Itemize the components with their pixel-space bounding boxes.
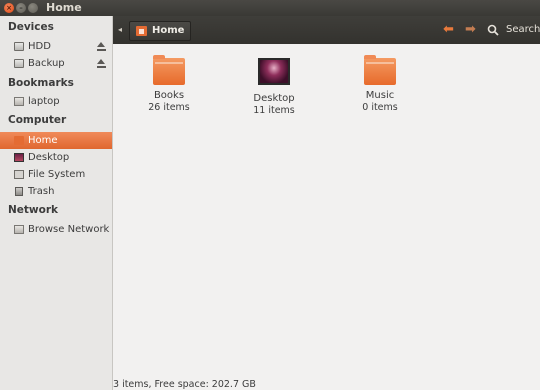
item-name: Music	[365, 90, 395, 101]
folder-item-desktop[interactable]: Desktop 11 items	[234, 56, 314, 117]
home-folder-icon	[14, 136, 24, 145]
folder-icon	[153, 55, 185, 85]
sidebar-item-laptop[interactable]: laptop	[0, 93, 112, 110]
sidebar-item-label: Home	[28, 135, 58, 146]
drive-icon	[14, 42, 24, 51]
sidebar-item-label: Trash	[28, 186, 55, 197]
back-arrow-icon[interactable]: ⬅	[443, 23, 457, 37]
sidebar-item-home[interactable]: Home	[0, 132, 112, 149]
section-header-bookmarks: Bookmarks	[8, 77, 74, 89]
breadcrumb-scroll-left-button[interactable]: ◂	[118, 25, 126, 35]
status-bar: 3 items, Free space: 202.7 GB	[113, 379, 256, 390]
sidebar-item-browse-network[interactable]: Browse Network	[0, 221, 112, 238]
breadcrumb-label: Home	[152, 25, 185, 36]
file-view: Books 26 items Desktop 11 items Music 0 …	[113, 44, 540, 390]
toolbar: ◂ Home ⬅ ➡ Search	[113, 16, 540, 44]
sidebar-item-hdd[interactable]: HDD	[0, 38, 112, 55]
network-share-icon	[14, 97, 24, 106]
sidebar-item-label: HDD	[28, 41, 51, 52]
sidebar-item-label: laptop	[28, 96, 60, 107]
sidebar-item-label: Backup	[28, 58, 65, 69]
network-icon	[14, 225, 24, 234]
item-count: 0 items	[362, 102, 398, 113]
search-icon[interactable]	[487, 24, 499, 36]
window-title: Home	[46, 1, 82, 14]
item-name: Books	[153, 90, 185, 101]
sidebar-item-trash[interactable]: Trash	[0, 183, 112, 200]
eject-icon[interactable]	[97, 42, 106, 51]
sidebar-item-label: Desktop	[28, 152, 70, 163]
filesystem-icon	[14, 170, 24, 179]
sidebar-item-label: File System	[28, 169, 86, 180]
minimize-window-button[interactable]: –	[16, 3, 26, 13]
item-count: 11 items	[253, 105, 295, 116]
drive-icon	[14, 59, 24, 68]
sidebar-item-desktop[interactable]: Desktop	[0, 149, 112, 166]
maximize-window-button[interactable]	[28, 3, 38, 13]
item-count: 26 items	[148, 102, 190, 113]
breadcrumb-home-button[interactable]: Home	[129, 21, 192, 41]
section-header-devices: Devices	[8, 21, 54, 33]
sidebar-item-label: Browse Network	[28, 224, 110, 235]
sidebar-item-backup[interactable]: Backup	[0, 55, 112, 72]
trash-icon	[15, 187, 23, 196]
title-bar: × – Home	[0, 0, 540, 16]
eject-icon[interactable]	[97, 59, 106, 68]
folder-icon	[364, 55, 396, 85]
desktop-folder-icon	[258, 58, 290, 85]
desktop-icon	[14, 153, 24, 162]
search-button[interactable]: Search	[506, 24, 540, 36]
item-name: Desktop	[253, 93, 295, 104]
folder-item-music[interactable]: Music 0 items	[340, 55, 420, 114]
sidebar: Devices HDD Backup Bookmarks laptop Comp…	[0, 16, 113, 390]
close-window-button[interactable]: ×	[4, 3, 14, 13]
section-header-computer: Computer	[8, 114, 67, 126]
home-folder-icon	[136, 26, 147, 36]
folder-item-books[interactable]: Books 26 items	[129, 55, 209, 114]
forward-arrow-icon[interactable]: ➡	[465, 23, 479, 37]
section-header-network: Network	[8, 204, 59, 216]
sidebar-item-file-system[interactable]: File System	[0, 166, 112, 183]
